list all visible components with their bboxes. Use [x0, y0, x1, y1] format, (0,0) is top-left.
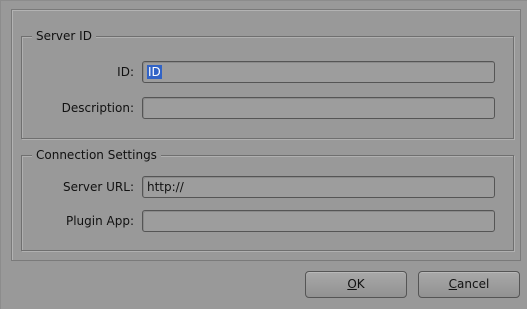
cancel-button[interactable]: Cancel — [418, 271, 520, 298]
plugin-app-label: Plugin App: — [65, 214, 134, 228]
description-field[interactable] — [142, 97, 495, 119]
server-url-label: Server URL: — [62, 180, 134, 194]
plugin-app-field[interactable] — [142, 210, 495, 232]
id-field[interactable]: ID — [142, 61, 495, 83]
server-id-group: Server ID ID: ID Description: — [21, 28, 514, 139]
connection-settings-group: Connection Settings Server URL: http:// … — [21, 147, 514, 251]
server-dialog: Server ID ID: ID Description: Connection… — [0, 0, 527, 309]
ok-mnemonic: O — [347, 277, 357, 291]
server-url-field-value: http:// — [147, 180, 184, 194]
connection-settings-group-title: Connection Settings — [32, 147, 161, 163]
description-label: Description: — [61, 101, 134, 115]
server-id-group-title: Server ID — [32, 28, 96, 44]
id-field-value: ID — [147, 65, 162, 79]
ok-label-rest: K — [356, 277, 365, 291]
cancel-mnemonic: C — [448, 277, 458, 291]
server-url-field[interactable]: http:// — [142, 176, 495, 198]
ok-button[interactable]: OK — [305, 271, 407, 298]
cancel-label-rest: ancel — [457, 277, 490, 291]
content-panel: Server ID ID: ID Description: Connection… — [11, 9, 521, 261]
id-label: ID: — [117, 65, 134, 79]
